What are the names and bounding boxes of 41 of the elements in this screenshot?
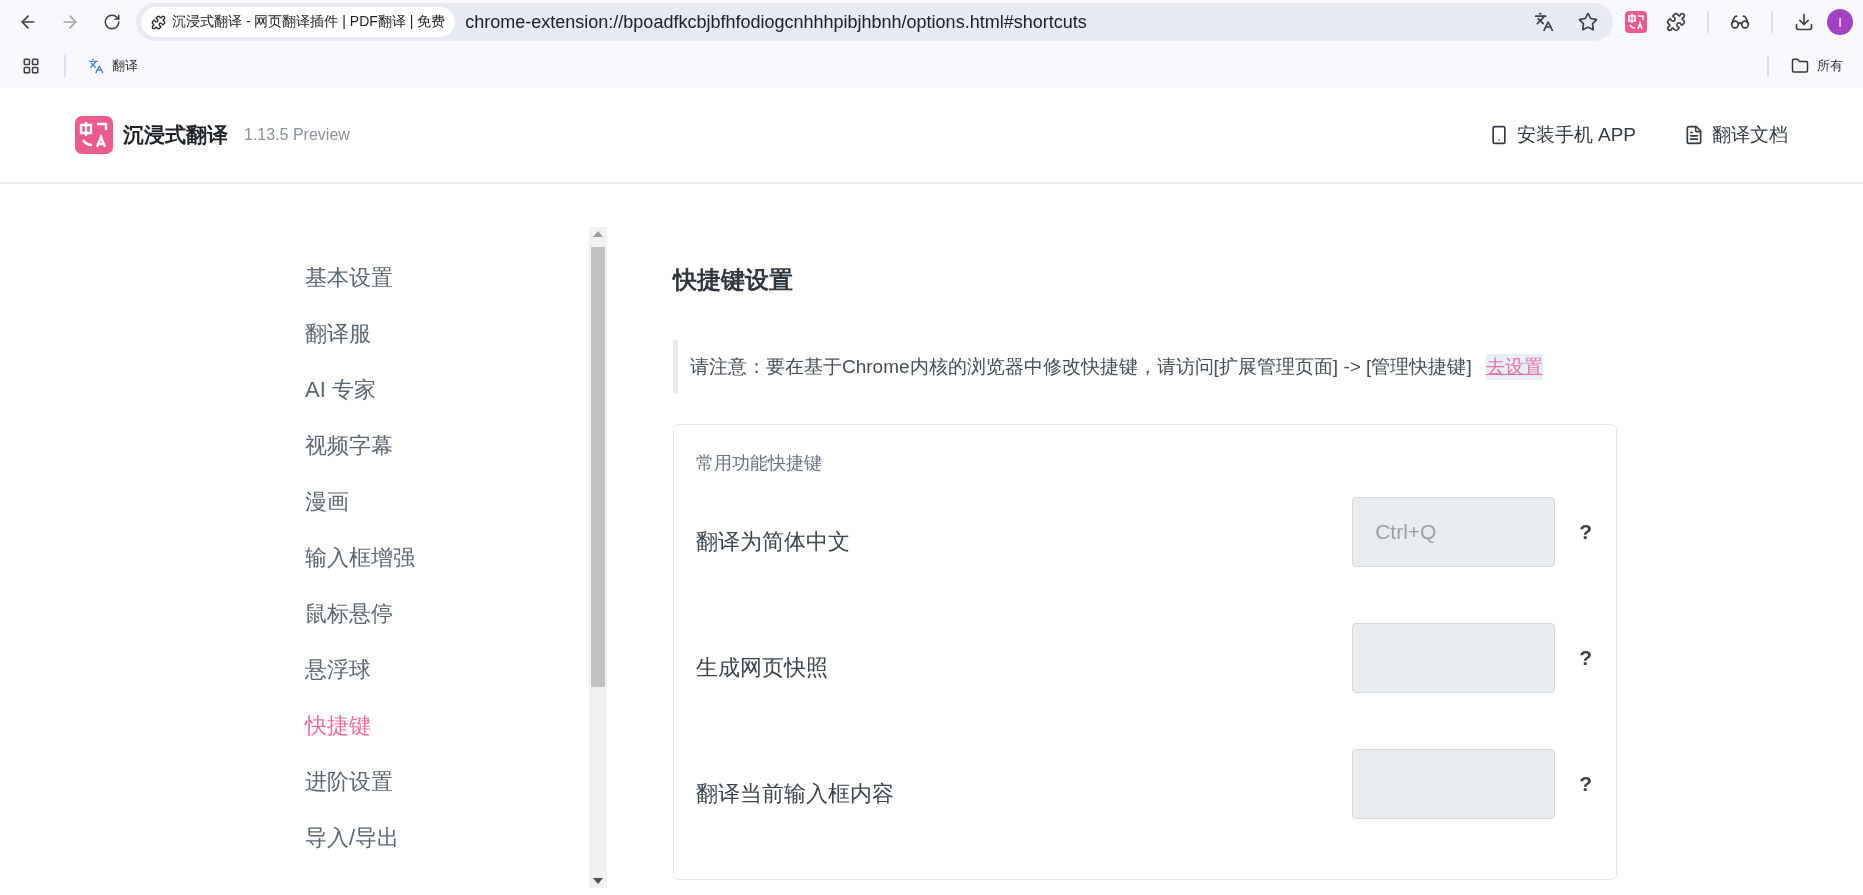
version-text: 1.13.5 Preview [244,126,350,144]
section-title: 常用功能快捷键 [696,452,823,475]
sidebar-item[interactable]: 悬浮球 [305,655,589,685]
sidebar-item[interactable]: 进阶设置 [305,767,589,797]
folder-icon [1791,57,1809,75]
page-title: 快捷键设置 [673,265,794,295]
url-text: chrome-extension://bpoadfkcbjbfhfodiogcnhhhpibjhbnh/options.html#shortcuts [465,11,1088,33]
reload-icon [103,13,121,31]
sidebar-item[interactable]: 输入框增强 [305,543,589,573]
shortcut-field[interactable] [1352,749,1556,819]
notice-text: 请注意：要在基于Chrome内核的浏览器中修改快捷键，请访问[扩展管理页面] -> [管理快捷键] [690,355,1472,379]
sidebar-item[interactable]: 导入/导出 [305,823,589,853]
sidebar-item[interactable]: AI 专家 [305,375,589,405]
shortcut-label: 翻译当前输入框内容 [696,780,895,808]
tab-title: 沉浸式翻译 - 网页翻译插件 | PDF翻译 | 免费 [172,13,446,31]
help-mark[interactable]: ? [1579,520,1592,544]
sidebar-item[interactable]: 鼠标悬停 [305,599,589,629]
sidebar-item[interactable]: 漫画 [305,487,589,517]
bookmark[interactable]: 翻译 [82,53,144,79]
profile-avatar[interactable]: I [1827,9,1853,35]
shortcut-label: 翻译为简体中文 [696,528,851,556]
document-icon [1684,125,1704,145]
app-name: 沉浸式翻译 [123,122,228,148]
scroll-down-icon[interactable] [593,878,603,884]
header-link[interactable]: 翻译文档 [1684,122,1788,148]
sidebar-item[interactable]: 基本设置 [305,263,589,293]
shortcut-label: 生成网页快照 [696,654,829,682]
help-mark[interactable]: ? [1579,772,1592,796]
scrollbar[interactable] [589,227,607,888]
header-link[interactable]: 安装手机 APP [1488,122,1636,148]
sidebar-item[interactable]: 翻译服 [305,319,589,349]
shortcut-field[interactable] [1352,623,1556,693]
shortcut-field[interactable]: Ctrl+Q [1352,497,1556,567]
logo-icon [75,116,113,154]
translate-icon [88,58,104,74]
address-bar[interactable]: 沉浸式翻译 - 网页翻译插件 | PDF翻译 | 免费 chrome-extension://bpoadfkcbjbfhfodiogcnhhhpibjhbnh/options.html#shortcuts [136,3,1613,41]
extension-icon [151,14,166,30]
bookmark-folder[interactable]: 所有 [1785,53,1849,79]
help-mark[interactable]: ? [1579,646,1592,670]
tab-chip[interactable]: 沉浸式翻译 - 网页翻译插件 | PDF翻译 | 免费 [141,7,456,37]
sidebar-item[interactable]: 视频字幕 [305,431,589,461]
